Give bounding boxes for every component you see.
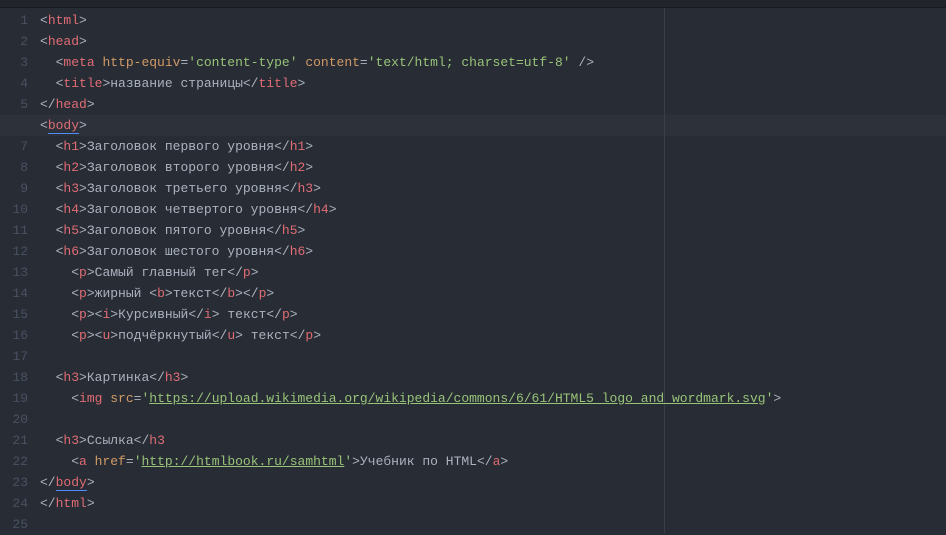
code-line[interactable] <box>40 409 946 430</box>
code-line[interactable]: <h3>Ссылка</h3 <box>40 430 946 451</box>
line-number: 2 <box>0 31 40 52</box>
code-line[interactable]: <h2>Заголовок второго уровня</h2> <box>40 157 946 178</box>
code-line[interactable]: <h1>Заголовок первого уровня</h1> <box>40 136 946 157</box>
line-number: 7 <box>0 136 40 157</box>
line-number: 18 <box>0 367 40 388</box>
code-line[interactable]: </body> <box>40 472 946 493</box>
line-number: 21 <box>0 430 40 451</box>
line-number: 25 <box>0 514 40 535</box>
line-number: 10 <box>0 199 40 220</box>
line-number: 17 <box>0 346 40 367</box>
line-number: 13 <box>0 262 40 283</box>
line-number: 11 <box>0 220 40 241</box>
line-number: 16 <box>0 325 40 346</box>
code-line[interactable]: <h6>Заголовок шестого уровня</h6> <box>40 241 946 262</box>
line-number: 15 <box>0 304 40 325</box>
code-content[interactable]: <html><head> <meta http-equiv='content-t… <box>40 8 946 533</box>
line-number: 5 <box>0 94 40 115</box>
code-line[interactable]: <h3>Заголовок третьего уровня</h3> <box>40 178 946 199</box>
code-line[interactable]: <h4>Заголовок четвертого уровня</h4> <box>40 199 946 220</box>
line-number: 4 <box>0 73 40 94</box>
code-line[interactable] <box>40 346 946 367</box>
code-line[interactable]: <h3>Картинка</h3> <box>40 367 946 388</box>
code-line[interactable]: <p>жирный <b>текст</b></p> <box>40 283 946 304</box>
tab-bar[interactable] <box>0 0 946 8</box>
code-line[interactable]: <p>Самый главный тег</p> <box>40 262 946 283</box>
line-number: 23 <box>0 472 40 493</box>
code-line[interactable]: <h5>Заголовок пятого уровня</h5> <box>40 220 946 241</box>
line-number: 12 <box>0 241 40 262</box>
line-number: 20 <box>0 409 40 430</box>
code-line[interactable]: <meta http-equiv='content-type' content=… <box>40 52 946 73</box>
line-number-gutter: 1234567891011121314151617181920212223242… <box>0 8 40 533</box>
code-line[interactable]: <body> <box>40 115 946 136</box>
code-line[interactable]: <p><u>подчёркнутый</u> текст</p> <box>40 325 946 346</box>
code-line[interactable]: </head> <box>40 94 946 115</box>
code-line[interactable]: <p><i>Курсивный</i> текст</p> <box>40 304 946 325</box>
code-line[interactable]: <head> <box>40 31 946 52</box>
line-number: 9 <box>0 178 40 199</box>
line-number: 22 <box>0 451 40 472</box>
code-line[interactable]: <title>название страницы</title> <box>40 73 946 94</box>
code-line[interactable] <box>40 514 946 535</box>
line-number: 1 <box>0 10 40 31</box>
editor-area[interactable]: 1234567891011121314151617181920212223242… <box>0 8 946 533</box>
line-number: 24 <box>0 493 40 514</box>
line-number: 8 <box>0 157 40 178</box>
code-line[interactable]: <a href='http://htmlbook.ru/samhtml'>Уче… <box>40 451 946 472</box>
line-number: 19 <box>0 388 40 409</box>
line-number: 3 <box>0 52 40 73</box>
code-line[interactable]: <html> <box>40 10 946 31</box>
code-line[interactable]: </html> <box>40 493 946 514</box>
code-line[interactable]: <img src='https://upload.wikimedia.org/w… <box>40 388 946 409</box>
line-number: 14 <box>0 283 40 304</box>
